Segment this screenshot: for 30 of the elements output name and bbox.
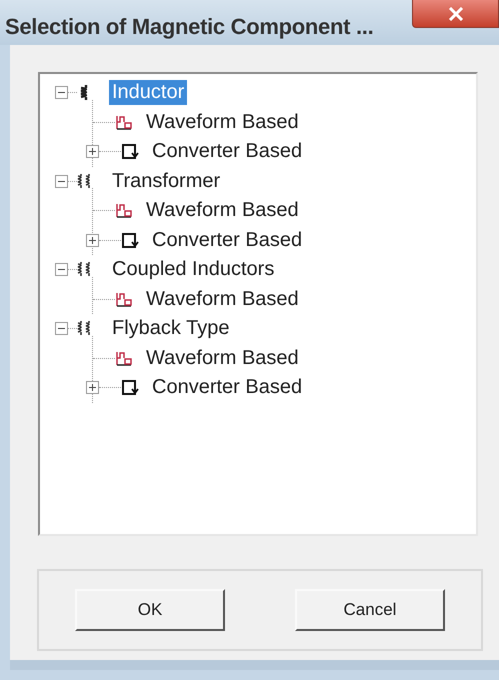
expand-toggle[interactable] bbox=[86, 381, 99, 394]
converter-icon bbox=[121, 143, 139, 160]
tree-item[interactable]: Inductor bbox=[109, 80, 188, 106]
waveform-icon bbox=[115, 202, 133, 220]
tree-item[interactable]: Converter Based bbox=[149, 139, 306, 164]
converter-icon bbox=[121, 232, 139, 249]
collapse-toggle[interactable] bbox=[55, 86, 68, 100]
tree-item[interactable]: Waveform Based bbox=[143, 110, 302, 135]
tree-item[interactable]: Flyback Type bbox=[109, 316, 232, 342]
waveform-icon bbox=[115, 290, 133, 308]
waveform-icon bbox=[115, 350, 133, 367]
tree-item[interactable]: Converter Based bbox=[149, 228, 306, 253]
cancel-button[interactable]: Cancel bbox=[295, 589, 445, 631]
expand-toggle[interactable] bbox=[86, 145, 99, 158]
tree-item[interactable]: Waveform Based bbox=[143, 286, 302, 312]
waveform-icon bbox=[115, 114, 133, 131]
tree-item[interactable]: Converter Based bbox=[149, 375, 306, 400]
close-button[interactable] bbox=[412, 0, 499, 28]
collapse-toggle[interactable] bbox=[55, 174, 68, 188]
tree-item[interactable]: Coupled Inductors bbox=[109, 257, 278, 282]
tree-item[interactable]: Waveform Based bbox=[143, 198, 302, 224]
tree-item[interactable]: Waveform Based bbox=[143, 346, 302, 371]
close-icon bbox=[448, 6, 464, 20]
collapse-toggle[interactable] bbox=[55, 263, 68, 276]
converter-icon bbox=[121, 379, 139, 396]
window-title: Selection of Magnetic Component ... bbox=[5, 14, 374, 40]
expand-toggle[interactable] bbox=[86, 234, 99, 247]
collapse-toggle[interactable] bbox=[55, 322, 68, 336]
ok-button[interactable]: OK bbox=[75, 589, 225, 631]
tree-item[interactable]: Transformer bbox=[109, 168, 224, 194]
